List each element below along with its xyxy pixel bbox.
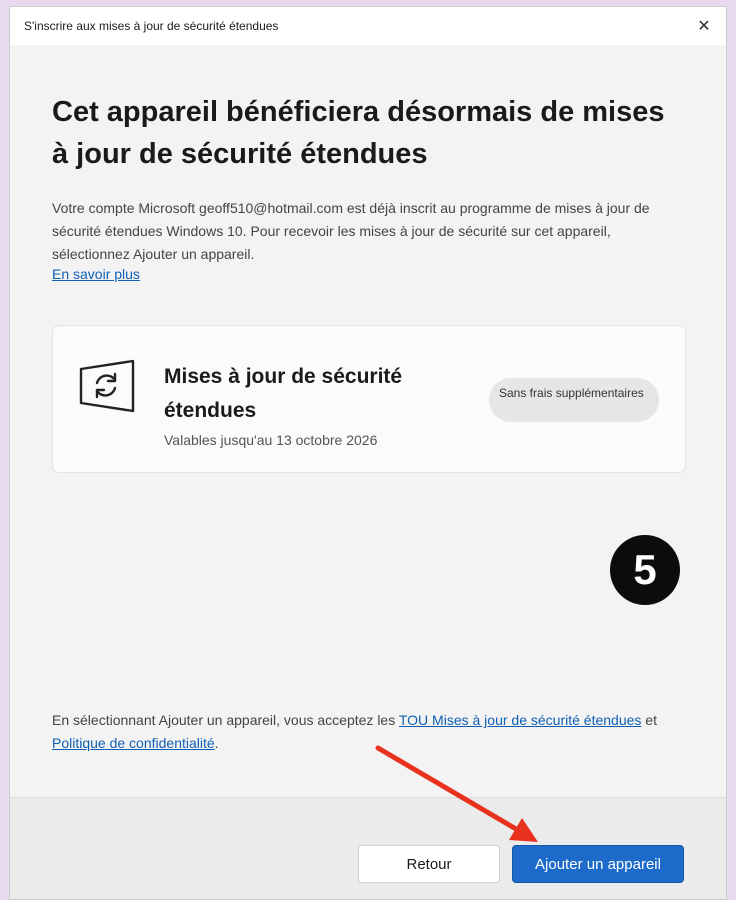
card-title: Mises à jour de sécurité étendues: [164, 365, 403, 422]
close-button[interactable]: ✕: [690, 13, 718, 39]
page-title: Cet appareil bénéficiera désormais de mi…: [52, 96, 665, 170]
privacy-link[interactable]: Politique de confidentialité: [52, 735, 215, 751]
enrollment-dialog: S'inscrire aux mises à jour de sécurité …: [9, 6, 727, 900]
esu-card: Mises à jour de sécurité étendues Valabl…: [52, 325, 686, 473]
back-button[interactable]: Retour: [358, 845, 500, 883]
terms-suffix: .: [214, 735, 219, 751]
learn-more-link[interactable]: En savoir plus: [52, 266, 140, 282]
description-text: Votre compte Microsoft geoff510@hotmail.…: [52, 200, 650, 262]
terms-text: En sélectionnant Ajouter un appareil, vo…: [52, 709, 692, 755]
tou-link[interactable]: TOU Mises à jour de sécurité étendues: [399, 712, 642, 728]
windows-refresh-icon: [77, 356, 137, 416]
add-device-button[interactable]: Ajouter un appareil: [512, 845, 684, 883]
close-icon: ✕: [697, 18, 711, 35]
price-badge: Sans frais supplémentaires: [489, 378, 659, 422]
step-number-badge: 5: [610, 535, 680, 605]
title-bar: S'inscrire aux mises à jour de sécurité …: [10, 7, 726, 45]
window-title: S'inscrire aux mises à jour de sécurité …: [24, 19, 279, 33]
terms-prefix: En sélectionnant Ajouter un appareil, vo…: [52, 712, 399, 728]
terms-middle: et: [641, 712, 657, 728]
card-validity: Valables jusqu'au 13 octobre 2026: [164, 432, 378, 448]
